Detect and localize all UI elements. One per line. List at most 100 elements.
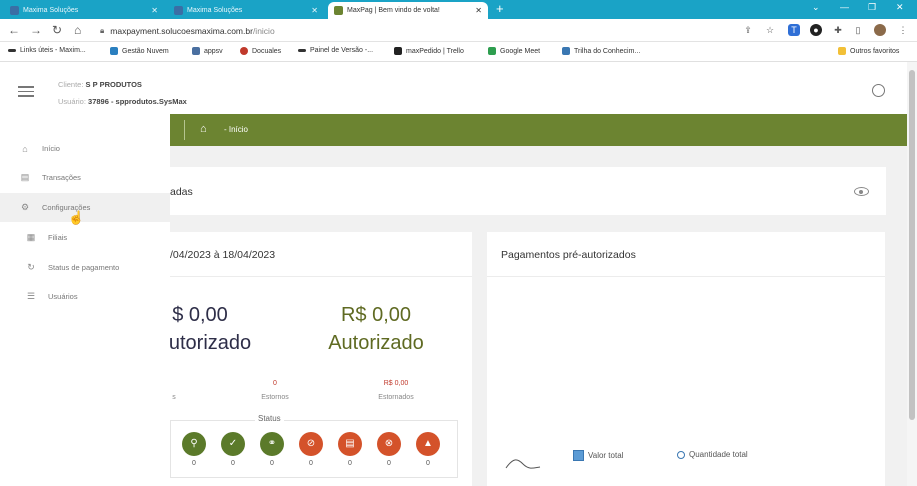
warning-status-icon[interactable]: ▲ [416, 432, 440, 456]
sidebar-item-label: Filiais [48, 233, 68, 242]
status-count: 0 [270, 460, 274, 467]
url-host: maxpayment.solucoesmaxima.com.br [110, 25, 253, 36]
bookmark-item[interactable]: Gestão Nuvem [110, 47, 169, 55]
breadcrumb: ⌂ - Início [170, 114, 907, 146]
bookmark-label: Painel de Versão -... [310, 47, 374, 54]
logout-icon[interactable] [872, 84, 885, 97]
card-title: adas [170, 186, 193, 198]
bookmark-item[interactable]: appsv [192, 47, 223, 55]
sidebar-item-inicio[interactable]: ⌂ Início [0, 134, 170, 163]
lock-icon: 🔒︎ [100, 25, 105, 35]
refunded-label: Estornados [378, 394, 414, 401]
user-value: 37896 - spprodutos.SysMax [88, 97, 187, 106]
bookmark-item[interactable]: Docuales [240, 47, 281, 55]
bookmark-label: Gestão Nuvem [122, 47, 169, 55]
favicon-icon [334, 6, 343, 15]
close-window-icon[interactable]: ✕ [896, 2, 904, 13]
cancel-status-icon[interactable]: ⊗ [377, 432, 401, 456]
puzzle-icon[interactable]: ✚ [832, 24, 844, 36]
home-icon[interactable]: ⌂ [74, 23, 81, 37]
legend-quantity-total[interactable]: Quantidade total [677, 450, 748, 459]
extension-icon[interactable]: ● [810, 24, 822, 36]
preauth-card: Pagamentos pré-autorizados Valor total Q… [487, 232, 885, 486]
authorized-amount-secondary: R$ 0,00 [340, 304, 412, 326]
check-status-icon[interactable]: ✓ [221, 432, 245, 456]
card-blocked-status-icon[interactable]: ▤ [338, 432, 362, 456]
sidebar-item-filiais[interactable]: ▦ Filiais [0, 223, 170, 252]
bookmark-item[interactable]: Trilha do Conhecim... [562, 47, 640, 55]
legend-value-total[interactable]: Valor total [573, 450, 623, 461]
sidebar-item-label: Status de pagamento [48, 263, 120, 272]
search-status-icon[interactable]: ⚲ [182, 432, 206, 456]
home-icon[interactable]: ⌂ [200, 123, 207, 135]
legend-swatch [573, 450, 584, 461]
bookmark-icon [562, 47, 570, 55]
sparkline [505, 459, 541, 469]
chevron-down-icon[interactable]: ⌄ [812, 2, 820, 13]
url-field[interactable]: 🔒︎ maxpayment.solucoesmaxima.com.br/inic… [100, 23, 825, 38]
status-count: 0 [387, 460, 391, 467]
bookmark-item[interactable]: Links úteis - Maxim... [8, 47, 86, 54]
close-icon[interactable]: ✕ [151, 6, 158, 15]
status-count: 0 [192, 460, 196, 467]
new-tab-icon[interactable]: + [496, 1, 504, 16]
bookmark-icon [110, 47, 118, 55]
bookmark-label: Links úteis - Maxim... [20, 47, 86, 54]
menu-icon[interactable] [18, 86, 34, 100]
translate-extension-icon[interactable]: T [788, 24, 800, 36]
url-path: /inicio [252, 25, 275, 36]
tab-label: Maxima Soluções [23, 7, 79, 14]
back-icon[interactable]: ← [8, 23, 20, 37]
bookmark-icon [192, 47, 200, 55]
refund-count: 0 [273, 380, 277, 387]
link-status-icon[interactable]: ⚭ [260, 432, 284, 456]
status-count: 0 [231, 460, 235, 467]
close-icon[interactable]: ✕ [311, 6, 318, 15]
other-bookmarks[interactable]: Outros favoritos [838, 47, 899, 55]
bookmark-label: Google Meet [500, 47, 541, 55]
sidebar-item-status-pagamento[interactable]: ↻ Status de pagamento [0, 253, 170, 282]
bookmark-icon [240, 47, 248, 55]
gear-icon: ⚙ [20, 202, 30, 212]
browser-tab-active[interactable]: MaxPag | Bem vindo de volta! ✕ [328, 2, 488, 19]
folder-icon [838, 47, 846, 55]
bookmark-item[interactable]: Painel de Versão -... [298, 47, 373, 54]
bookmark-item[interactable]: maxPedido | Trello [394, 47, 464, 55]
bookmark-item[interactable]: Google Meet [488, 47, 540, 55]
sidebar: ⌂ Início ▤ Transações ⚙ Configurações ▦ … [0, 114, 170, 486]
user-label: Usuário: [58, 97, 86, 106]
forward-icon[interactable]: → [30, 23, 42, 37]
menu-dots-icon[interactable]: ⋮ [897, 24, 909, 36]
sidebar-item-label: Início [42, 144, 60, 153]
sidebar-item-configuracoes[interactable]: ⚙ Configurações [0, 193, 170, 222]
refunded-amount: R$ 0,00 [383, 380, 409, 387]
mouse-cursor-icon: ☝ [68, 210, 85, 225]
period-label: /04/2023 à 18/04/2023 [170, 249, 276, 261]
link-icon [298, 49, 306, 52]
browser-tab[interactable]: Maxima Soluções ✕ [168, 2, 324, 19]
sidebar-item-usuarios[interactable]: ☰ Usuários [0, 282, 170, 311]
sidebar-item-transacoes[interactable]: ▤ Transações [0, 163, 170, 192]
profile-avatar[interactable] [874, 24, 886, 36]
unlink-status-icon[interactable]: ⊘ [299, 432, 323, 456]
building-icon: ▦ [26, 232, 36, 242]
tab-label: Maxima Soluções [187, 7, 243, 14]
reload-icon[interactable]: ↻ [52, 23, 62, 37]
scrollbar[interactable] [907, 62, 917, 486]
browser-tab[interactable]: Maxima Soluções ✕ [4, 2, 164, 19]
star-icon[interactable]: ☆ [764, 24, 776, 36]
restore-icon[interactable]: ❐ [868, 2, 876, 13]
home-icon: ⌂ [22, 143, 28, 154]
share-icon[interactable]: ⇪ [742, 24, 754, 36]
eye-icon[interactable] [854, 187, 869, 196]
sidepanel-icon[interactable]: ▯ [852, 24, 864, 36]
bookmark-label: maxPedido | Trello [406, 47, 464, 55]
client-label: Cliente: [58, 80, 84, 89]
other-bookmarks-label: Outros favoritos [850, 47, 900, 55]
authorized-label-secondary: Autorizado [328, 332, 424, 354]
status-count: 0 [426, 460, 430, 467]
close-icon[interactable]: ✕ [475, 6, 482, 15]
minimize-icon[interactable]: — [840, 2, 849, 12]
scrollbar-thumb[interactable] [909, 70, 915, 420]
status-title: Status [255, 414, 284, 423]
